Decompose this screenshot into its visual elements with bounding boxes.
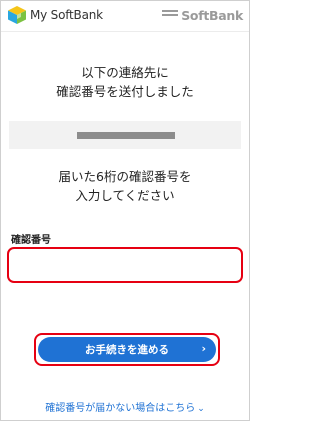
- proceed-button-label: お手続きを進める: [85, 344, 169, 356]
- sent-message: 以下の連絡先に 確認番号を送付しました: [1, 63, 249, 101]
- chevron-right-icon: ›: [201, 342, 206, 355]
- enter-instruction: 届いた6桁の確認番号を 入力してください: [1, 167, 249, 205]
- proceed-button[interactable]: お手続きを進める ›: [38, 337, 216, 362]
- enter-instruction-line1: 届いた6桁の確認番号を: [58, 169, 192, 184]
- app-name: My SoftBank: [30, 8, 103, 22]
- sent-message-line2: 確認番号を送付しました: [56, 84, 194, 99]
- screen-frame: My SoftBank SoftBank 以下の連絡先に 確認番号を送付しました…: [0, 0, 250, 421]
- app-header: My SoftBank SoftBank: [1, 1, 249, 32]
- sent-message-line1: 以下の連絡先に: [81, 65, 169, 80]
- masked-contact: [77, 132, 175, 139]
- chevron-down-icon: ⌄: [197, 404, 205, 414]
- softbank-brand: SoftBank: [162, 7, 243, 23]
- brand-name: SoftBank: [181, 7, 243, 23]
- code-not-received-link[interactable]: 確認番号が届かない場合はこちら ⌄: [1, 399, 249, 414]
- verification-code-input[interactable]: [7, 247, 243, 283]
- code-field-label: 確認番号: [11, 235, 51, 246]
- help-link-label: 確認番号が届かない場合はこちら: [45, 403, 196, 414]
- cube-logo-icon: [8, 6, 26, 24]
- softbank-bars-icon: [162, 9, 179, 21]
- enter-instruction-line2: 入力してください: [75, 188, 175, 203]
- contact-destination: [9, 121, 241, 149]
